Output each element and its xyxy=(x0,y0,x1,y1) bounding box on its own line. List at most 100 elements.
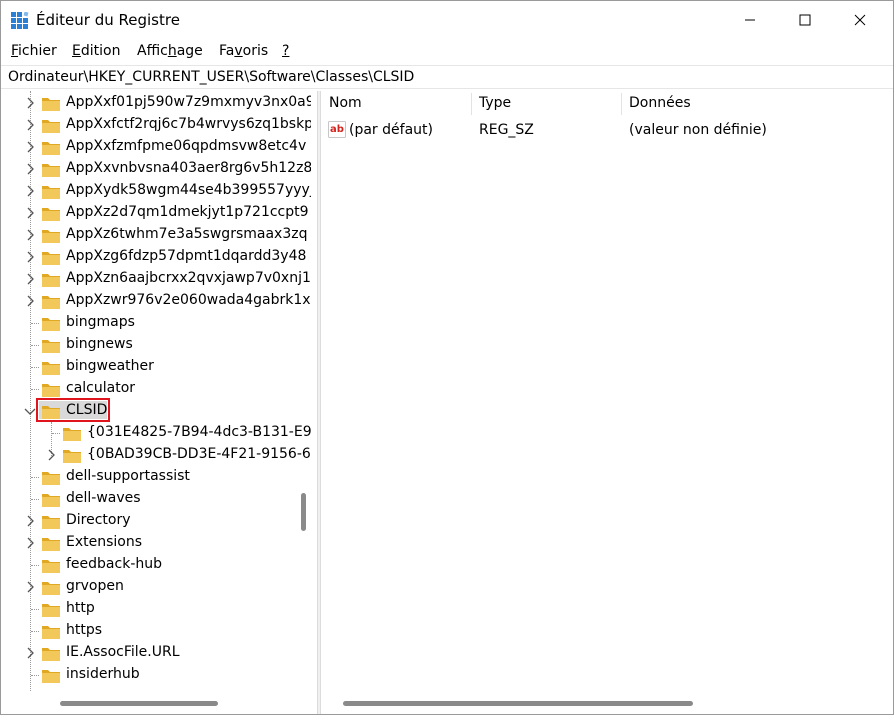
folder-icon xyxy=(42,560,60,573)
chevron-right-icon[interactable] xyxy=(24,162,36,176)
title-bar[interactable]: Éditeur du Registre xyxy=(1,1,893,39)
folder-icon xyxy=(42,186,60,199)
minimize-button[interactable] xyxy=(723,1,777,39)
chevron-right-icon[interactable] xyxy=(24,514,36,528)
tree-key[interactable]: dell-supportassist xyxy=(1,466,293,488)
tree-key[interactable]: feedback-hub xyxy=(1,554,293,576)
folder-icon xyxy=(42,164,60,177)
tree-key-label: http xyxy=(66,600,95,616)
tree-child-key[interactable]: {0BAD39CB-DD3E-4F21-9156-6 xyxy=(1,444,311,466)
tree-key[interactable]: AppXz6twhm7e3a5swgrsmaax3zq xyxy=(1,224,307,246)
tree-key-label: AppXxfzmfpme06qpdmsvw8etc4v xyxy=(66,138,307,154)
folder-icon xyxy=(42,494,60,507)
tree-key-label: bingweather xyxy=(66,358,154,374)
tree-key-label: Extensions xyxy=(66,534,143,550)
tree-key[interactable]: AppXxf01pj590w7z9mxmyv3nx0a9 xyxy=(1,92,311,114)
tree-key[interactable]: bingmaps xyxy=(1,312,293,334)
folder-icon xyxy=(42,318,60,331)
tree-key-label: AppXydk58wgm44se4b399557yyyj xyxy=(66,182,311,198)
tree-key-label: {031E4825-7B94-4dc3-B131-E9 xyxy=(87,424,311,440)
tree-key-label: AppXzn6aajbcrxx2qvxjawp7v0xnj1 xyxy=(66,270,311,286)
key-tree-pane[interactable]: AppXxf01pj590w7z9mxmyv3nx0a9 AppXxfctf2rq… xyxy=(1,91,311,714)
tree-key[interactable]: Extensions xyxy=(1,532,293,554)
tree-key[interactable]: AppXzwr976v2e060wada4gabrk1x xyxy=(1,290,311,312)
chevron-right-icon[interactable] xyxy=(24,294,36,308)
close-icon xyxy=(854,14,866,26)
values-list-pane[interactable]: Nom Type Données ab (par défaut) REG_SZ … xyxy=(321,91,893,714)
list-horizontal-scrollbar[interactable] xyxy=(321,693,893,714)
chevron-right-icon[interactable] xyxy=(24,140,36,154)
tree-key[interactable]: AppXzn6aajbcrxx2qvxjawp7v0xnj1 xyxy=(1,268,311,290)
maximize-button[interactable] xyxy=(778,1,832,39)
tree-key-label: bingmaps xyxy=(66,314,135,330)
tree-key[interactable]: AppXydk58wgm44se4b399557yyyj xyxy=(1,180,311,202)
tree-vertical-scroll-thumb[interactable] xyxy=(301,493,306,531)
chevron-right-icon[interactable] xyxy=(24,580,36,594)
chevron-right-icon[interactable] xyxy=(24,118,36,132)
chevron-right-icon[interactable] xyxy=(24,96,36,110)
folder-icon xyxy=(42,208,60,221)
value-row[interactable]: ab (par défaut) REG_SZ (valeur non défin… xyxy=(321,119,893,141)
tree-key[interactable]: http xyxy=(1,598,293,620)
list-horizontal-scroll-thumb[interactable] xyxy=(343,701,693,706)
menu-help[interactable]: ? xyxy=(282,43,289,59)
tree-key-label: AppXxvnbvsna403aer8rg6v5h12z8 xyxy=(66,160,311,176)
tree-key[interactable]: AppXxfctf2rqj6c7b4wrvys6zq1bskp xyxy=(1,114,311,136)
chevron-right-icon[interactable] xyxy=(24,184,36,198)
tree-key[interactable]: bingnews xyxy=(1,334,293,356)
chevron-right-icon[interactable] xyxy=(24,536,36,550)
chevron-right-icon[interactable] xyxy=(24,646,36,660)
tree-key[interactable]: AppXxvnbvsna403aer8rg6v5h12z8 xyxy=(1,158,311,180)
column-header-type[interactable]: Type xyxy=(479,95,511,111)
column-header-donnees[interactable]: Données xyxy=(629,95,691,111)
tree-connector xyxy=(31,323,39,324)
menu-fichier[interactable]: Fichier xyxy=(11,43,57,59)
folder-icon xyxy=(42,538,60,551)
chevron-right-icon[interactable] xyxy=(24,206,36,220)
tree-key-label: AppXxf01pj590w7z9mxmyv3nx0a9 xyxy=(66,94,311,110)
column-separator[interactable] xyxy=(471,93,472,115)
tree-key[interactable]: AppXz2d7qm1dmekjyt1p721ccpt9 xyxy=(1,202,309,224)
tree-key[interactable]: dell-waves xyxy=(1,488,293,510)
tree-horizontal-scroll-thumb[interactable] xyxy=(60,701,218,706)
tree-key[interactable]: https xyxy=(1,620,293,642)
address-path[interactable]: Ordinateur\HKEY_CURRENT_USER\Software\Cl… xyxy=(8,69,414,85)
close-button[interactable] xyxy=(833,1,887,39)
chevron-right-icon[interactable] xyxy=(24,272,36,286)
address-bar[interactable]: Ordinateur\HKEY_CURRENT_USER\Software\Cl… xyxy=(1,65,893,89)
tree-key[interactable]: AppXxfzmfpme06qpdmsvw8etc4v xyxy=(1,136,306,158)
maximize-icon xyxy=(799,14,811,26)
tree-key[interactable]: AppXzg6fdzp57dpmt1dqardd3y48 xyxy=(1,246,306,268)
tree-key-label: calculator xyxy=(66,380,136,396)
chevron-right-icon[interactable] xyxy=(24,228,36,242)
tree-connector xyxy=(31,609,39,610)
folder-icon xyxy=(42,142,60,155)
tree-connector xyxy=(31,499,39,500)
tree-child-key[interactable]: {031E4825-7B94-4dc3-B131-E9 xyxy=(1,422,311,444)
tree-key[interactable]: bingweather xyxy=(1,356,293,378)
tree-key[interactable]: grvopen xyxy=(1,576,293,598)
tree-key[interactable]: calculator xyxy=(1,378,293,400)
tree-horizontal-scrollbar[interactable] xyxy=(1,693,297,714)
chevron-right-icon[interactable] xyxy=(45,448,57,462)
tree-key[interactable]: Directory xyxy=(1,510,293,532)
column-separator[interactable] xyxy=(621,93,622,115)
folder-icon xyxy=(42,362,60,375)
selected-key-label[interactable]: CLSID xyxy=(66,402,107,418)
chevron-right-icon[interactable] xyxy=(24,250,36,264)
menu-favoris[interactable]: Favoris xyxy=(219,43,268,59)
tree-connector xyxy=(31,631,39,632)
folder-icon xyxy=(42,340,60,353)
menu-edition[interactable]: Edition xyxy=(72,43,120,59)
tree-key[interactable]: insiderhub xyxy=(1,664,293,686)
window-title: Éditeur du Registre xyxy=(36,11,180,29)
menu-bar: Fichier Edition Affichage Favoris ? xyxy=(1,39,893,63)
tree-vertical-scrollbar[interactable] xyxy=(297,91,311,693)
tree-key[interactable]: IE.AssocFile.URL xyxy=(1,642,293,664)
tree-key-label: dell-supportassist xyxy=(66,468,190,484)
menu-affichage[interactable]: Affichage xyxy=(137,43,203,59)
chevron-down-icon[interactable] xyxy=(24,404,36,418)
column-header-nom[interactable]: Nom xyxy=(329,95,362,111)
tree-key-label: https xyxy=(66,622,103,638)
registry-editor-app-icon xyxy=(11,12,29,29)
